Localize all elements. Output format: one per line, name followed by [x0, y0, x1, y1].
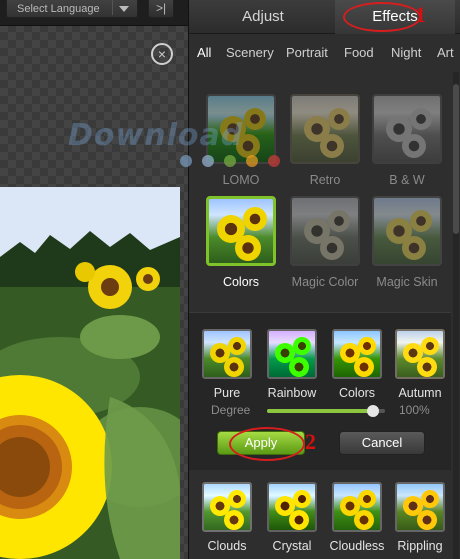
- category-bar: All Scenery Portrait Food Night Art: [189, 40, 460, 66]
- sub-effect-thumbnail: [332, 329, 382, 379]
- sub-effect-thumbnail: [202, 329, 252, 379]
- sub-effect-pure[interactable]: Pure: [199, 329, 255, 400]
- collapse-panel-button[interactable]: >|: [148, 0, 174, 18]
- scrollbar[interactable]: [453, 72, 459, 559]
- category-portrait[interactable]: Portrait: [286, 45, 328, 60]
- sub-effect-label: Rippling: [397, 539, 443, 553]
- sub-effect-cloudless[interactable]: Cloudless: [329, 482, 385, 553]
- chevron-down-icon: [119, 6, 129, 12]
- annotation-number-2: 2: [305, 429, 316, 454]
- sub-effect-clouds[interactable]: Clouds: [199, 482, 255, 553]
- annotation-oval-effects: [343, 2, 421, 32]
- degree-slider-handle[interactable]: [367, 405, 380, 417]
- effect-label: B & W: [389, 173, 425, 187]
- sub-effect-label: Autumn: [398, 386, 442, 400]
- effect-thumbnail: [206, 196, 276, 266]
- sub-effect-thumbnail: [395, 482, 445, 532]
- effect-thumbnail: [290, 94, 360, 164]
- sub-effect-label: Pure: [213, 386, 241, 400]
- effect-magic-color[interactable]: Magic Color: [289, 196, 361, 290]
- sub-effect-thumbnail: [202, 482, 252, 532]
- degree-label: Degree: [211, 403, 251, 417]
- effect-label: Magic Color: [291, 275, 359, 289]
- effect-label: LOMO: [222, 173, 260, 187]
- photo-preview: [0, 187, 180, 559]
- select-divider: [112, 0, 113, 15]
- scrollbar-thumb[interactable]: [453, 84, 459, 234]
- annotation-oval-apply: [229, 427, 305, 461]
- sub-effect-panel: Pure Rainbow Colors Autumn Degree 100% A…: [189, 312, 451, 470]
- cancel-button[interactable]: Cancel: [339, 431, 425, 455]
- close-icon[interactable]: ×: [151, 43, 173, 65]
- sub-effect-crystal[interactable]: Crystal: [264, 482, 320, 553]
- annotation-number-1: 1: [415, 2, 426, 27]
- category-night[interactable]: Night: [391, 45, 421, 60]
- effect-label: Colors: [222, 275, 260, 289]
- category-scenery[interactable]: Scenery: [226, 45, 274, 60]
- canvas-area: Select Language >| ×: [0, 0, 188, 559]
- language-select[interactable]: Select Language: [6, 0, 138, 18]
- degree-slider[interactable]: [267, 405, 385, 417]
- effect-bw[interactable]: B & W: [371, 94, 443, 188]
- degree-value: 100%: [399, 403, 430, 417]
- sub-effect-rippling[interactable]: Rippling: [392, 482, 448, 553]
- language-select-value: Select Language: [17, 3, 100, 15]
- sub-effect-rainbow[interactable]: Rainbow: [264, 329, 320, 400]
- sunflower-photo: [0, 187, 180, 559]
- effect-colors[interactable]: Colors: [205, 196, 277, 290]
- degree-slider-fill: [267, 409, 374, 413]
- category-art[interactable]: Art: [437, 45, 454, 60]
- effect-label: Retro: [309, 173, 341, 187]
- effect-magic-skin[interactable]: Magic Skin: [371, 196, 443, 290]
- effect-retro[interactable]: Retro: [289, 94, 361, 188]
- sub-effect-thumbnail: [395, 329, 445, 379]
- tab-adjust[interactable]: Adjust: [203, 0, 323, 34]
- sub-effect-label: Cloudless: [329, 539, 385, 553]
- sub-effect-autumn[interactable]: Autumn: [392, 329, 448, 400]
- effect-thumbnail: [372, 196, 442, 266]
- effect-label: Magic Skin: [376, 275, 438, 289]
- category-all[interactable]: All: [197, 45, 211, 60]
- sub-effect-thumbnail: [267, 482, 317, 532]
- effect-thumbnail: [290, 196, 360, 266]
- effects-panel: Adjust Effects 1 All Scenery Portrait Fo…: [188, 0, 460, 559]
- sub-effect-thumbnail: [267, 329, 317, 379]
- category-food[interactable]: Food: [344, 45, 374, 60]
- watermark: Download: [68, 118, 244, 153]
- sub-effect-label: Rainbow: [267, 386, 317, 400]
- effects-grid: LOMO Retro B & W Colors Magic Color Magi…: [189, 72, 451, 312]
- sub-effect-label: Crystal: [272, 539, 312, 553]
- effects-bottom-row: Clouds Crystal Cloudless Rippling: [189, 470, 451, 559]
- sub-effect-colors[interactable]: Colors: [329, 329, 385, 400]
- sub-effect-label: Clouds: [207, 539, 247, 553]
- effect-thumbnail: [372, 94, 442, 164]
- sub-effect-thumbnail: [332, 482, 382, 532]
- sub-effect-label: Colors: [338, 386, 376, 400]
- watermark-dots: [180, 154, 290, 168]
- left-toolbar: Select Language >|: [0, 0, 188, 26]
